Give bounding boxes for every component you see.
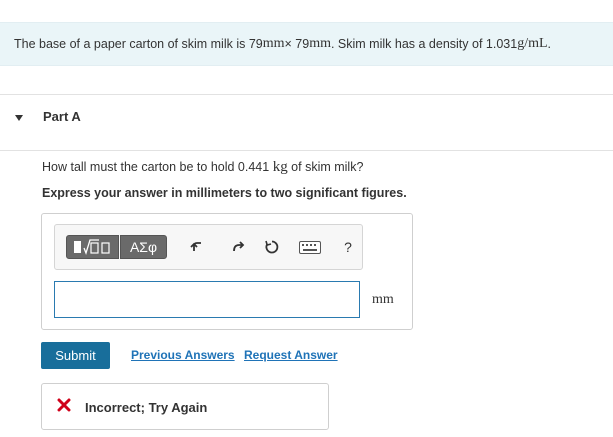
problem-unit-mm-1: mm [262,36,285,51]
question-mass-unit: kg [272,159,288,175]
part-divider-top [0,94,613,95]
problem-density-unit: g/mL [517,36,548,51]
submit-button[interactable]: Submit [41,342,110,369]
question-text-1: How tall must the carton be to hold 0.44… [42,160,273,174]
question-text-2: of skim milk? [287,160,364,174]
request-answer-link[interactable]: Request Answer [244,348,338,362]
part-divider-bottom [0,150,613,151]
caret-down-icon[interactable] [15,115,23,121]
answer-unit: mm [372,292,394,307]
feedback-text: Incorrect; Try Again [85,400,208,415]
undo-icon[interactable] [187,237,207,257]
feedback-box: Incorrect; Try Again [41,383,329,430]
problem-text-2: . Skim milk has a density of 1.031 [330,37,518,51]
problem-text-3: . [547,37,552,51]
problem-statement: The base of a paper carton of skim milk … [0,22,613,66]
question-text: How tall must the carton be to hold 0.44… [42,159,363,176]
redo-icon[interactable] [228,237,248,257]
templates-button[interactable] [66,235,119,259]
answer-instruction: Express your answer in millimeters to tw… [42,186,407,200]
answer-input[interactable] [54,281,360,318]
part-a-header[interactable]: Part A [0,96,613,150]
close-x-icon [57,398,71,417]
symbols-button[interactable]: ΑΣφ [120,235,167,259]
problem-text-1: The base of a paper carton of skim milk … [14,37,263,51]
templates-icon [73,239,110,255]
problem-unit-mm-2: mm [309,36,331,51]
reset-icon[interactable] [262,237,282,257]
help-icon[interactable]: ? [338,237,358,257]
previous-answers-link[interactable]: Previous Answers [131,348,235,362]
problem-times: × 79 [284,37,310,51]
answer-box: ΑΣφ ? mm [41,213,413,330]
math-toolbar: ΑΣφ ? [54,224,363,270]
keyboard-icon[interactable] [297,237,323,257]
part-title: Part A [43,109,81,124]
